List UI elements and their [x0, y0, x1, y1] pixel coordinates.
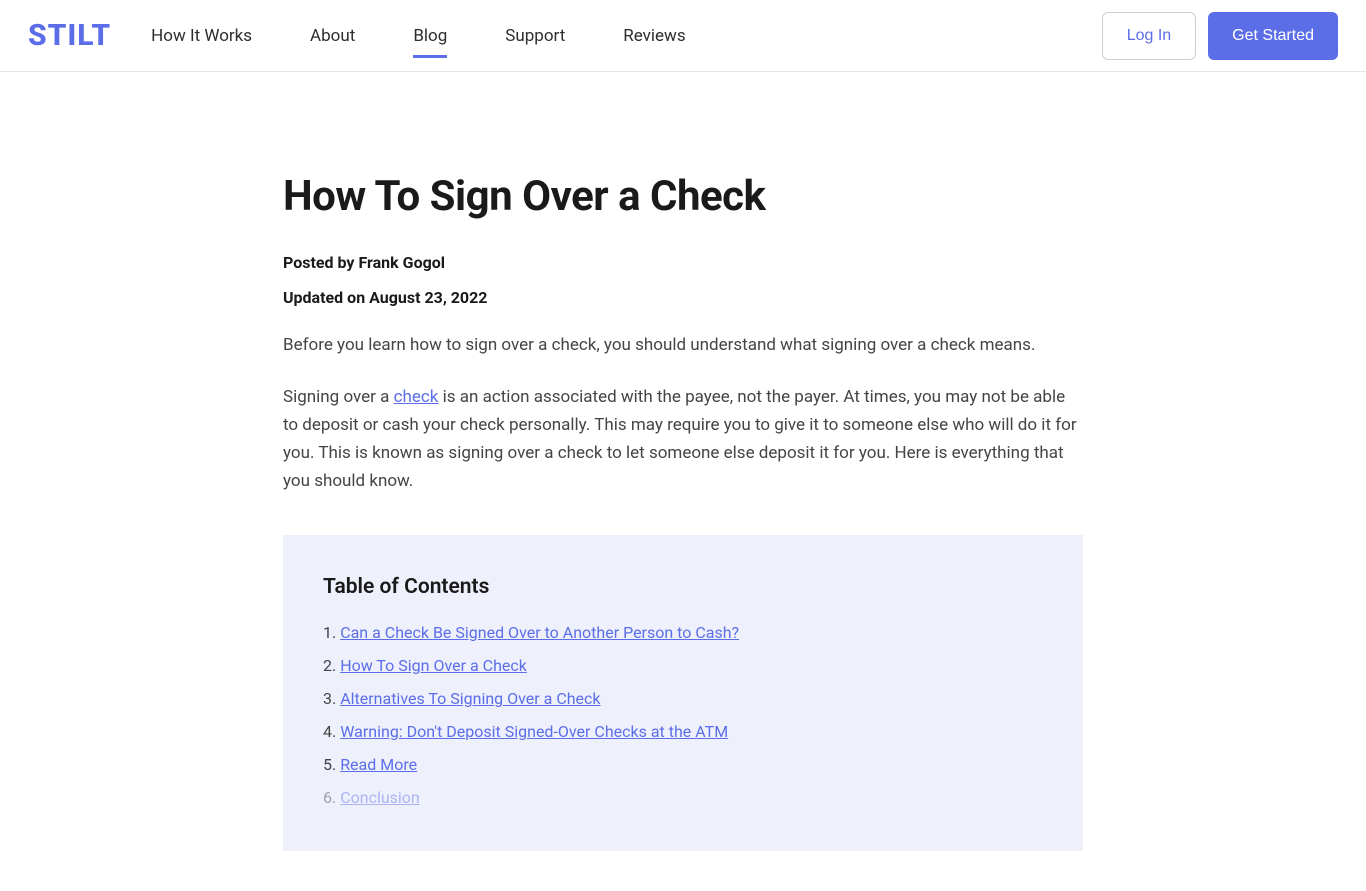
get-started-button[interactable]: Get Started — [1208, 12, 1338, 60]
nav-reviews[interactable]: Reviews — [623, 2, 685, 70]
logo[interactable]: STILT — [28, 18, 111, 53]
toc-link-6[interactable]: Conclusion — [340, 788, 420, 807]
toc-link-2[interactable]: How To Sign Over a Check — [340, 656, 527, 675]
table-of-contents: Table of Contents Can a Check Be Signed … — [283, 535, 1083, 851]
toc-list: Can a Check Be Signed Over to Another Pe… — [323, 623, 1043, 807]
article-content: How To Sign Over a Check Posted by Frank… — [283, 72, 1083, 891]
updated-date: Updated on August 23, 2022 — [283, 288, 1083, 307]
page-title: How To Sign Over a Check — [283, 172, 1083, 221]
toc-item-3: Alternatives To Signing Over a Check — [323, 689, 1043, 708]
toc-link-1[interactable]: Can a Check Be Signed Over to Another Pe… — [340, 623, 739, 642]
nav-support[interactable]: Support — [505, 2, 565, 70]
main-nav: How It Works About Blog Support Reviews — [151, 2, 685, 70]
byline: Posted by Frank Gogol — [283, 253, 1083, 272]
site-header: STILT How It Works About Blog Support Re… — [0, 0, 1366, 72]
intro-paragraph-1: Before you learn how to sign over a chec… — [283, 331, 1083, 359]
toc-item-6: Conclusion — [323, 788, 1043, 807]
toc-item-4: Warning: Don't Deposit Signed-Over Check… — [323, 722, 1043, 741]
header-actions: Log In Get Started — [1102, 12, 1338, 60]
check-link[interactable]: check — [394, 387, 439, 407]
intro-text-pre: Signing over a — [283, 387, 394, 407]
toc-link-3[interactable]: Alternatives To Signing Over a Check — [340, 689, 600, 708]
toc-item-2: How To Sign Over a Check — [323, 656, 1043, 675]
login-button[interactable]: Log In — [1102, 12, 1196, 60]
toc-link-4[interactable]: Warning: Don't Deposit Signed-Over Check… — [340, 722, 728, 741]
toc-item-1: Can a Check Be Signed Over to Another Pe… — [323, 623, 1043, 642]
nav-about[interactable]: About — [310, 2, 355, 70]
nav-how-it-works[interactable]: How It Works — [151, 2, 252, 70]
nav-blog[interactable]: Blog — [413, 2, 447, 70]
toc-link-5[interactable]: Read More — [340, 755, 417, 774]
toc-heading: Table of Contents — [323, 575, 1043, 599]
toc-item-5: Read More — [323, 755, 1043, 774]
intro-paragraph-2: Signing over a check is an action associ… — [283, 383, 1083, 495]
